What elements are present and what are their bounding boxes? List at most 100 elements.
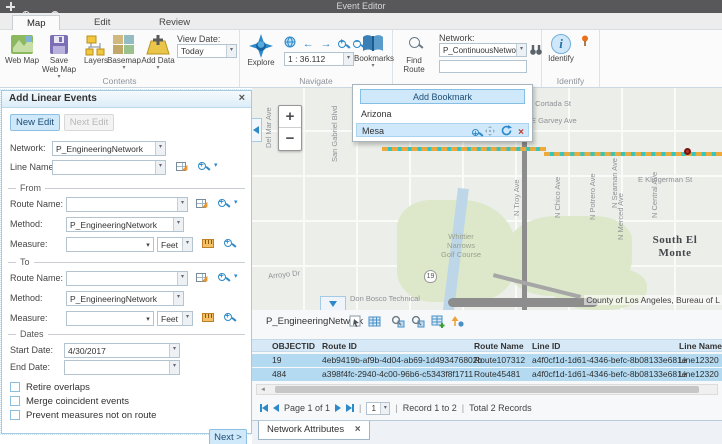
sort-icon[interactable] xyxy=(451,315,465,328)
to-unit-caret-icon[interactable]: ▾ xyxy=(182,312,192,325)
forward-arrow-icon[interactable]: → xyxy=(321,38,332,50)
binoculars-icon[interactable] xyxy=(530,44,542,58)
end-date-combo[interactable]: ▾ xyxy=(64,360,180,375)
panel-close-icon[interactable]: × xyxy=(239,92,245,104)
bookmark-refresh-icon[interactable] xyxy=(501,125,512,140)
from-measure-tool-icon[interactable] xyxy=(202,239,216,252)
next-button[interactable]: Next > xyxy=(209,429,247,444)
line-zoom-icon[interactable] xyxy=(198,162,206,170)
scroll-left-icon[interactable]: ◄ xyxy=(260,387,266,393)
scale-caret-icon[interactable]: ▾ xyxy=(343,53,353,65)
pan-to-selected-icon[interactable] xyxy=(411,315,425,328)
collapse-panel-button[interactable] xyxy=(252,118,262,142)
previous-page-button[interactable] xyxy=(273,404,279,412)
map-zoom-in-icon[interactable] xyxy=(338,40,346,48)
from-measure-zoom-icon[interactable] xyxy=(224,239,232,247)
route-highlight-segment[interactable] xyxy=(544,152,722,156)
scale-combo[interactable]: 1 : 36.112 ▾ xyxy=(284,52,354,66)
map-zoom-out-button[interactable]: − xyxy=(279,128,301,150)
zoom-to-selected-icon[interactable] xyxy=(391,315,405,328)
to-measure-zoom-icon[interactable] xyxy=(224,313,232,321)
to-route-select-on-map-icon[interactable] xyxy=(196,273,210,286)
identify-button[interactable]: i Identify xyxy=(544,34,578,64)
from-route-caret-icon[interactable]: ▾ xyxy=(177,198,187,211)
bookmark-item-arizona[interactable]: Arizona xyxy=(356,107,529,121)
to-route-zoom-icon[interactable] xyxy=(218,273,226,281)
table-row[interactable]: 19 4eb9419b-af9b-4d04-ab69-1d493476802b … xyxy=(252,354,722,367)
bookmark-item-mesa[interactable]: Mesa × xyxy=(356,123,529,137)
route-point-marker[interactable] xyxy=(684,148,691,155)
view-date-combo[interactable]: Today ▾ xyxy=(177,44,237,58)
route-highlight-segment[interactable] xyxy=(382,147,546,151)
from-route-zoom-icon[interactable] xyxy=(218,199,226,207)
from-measure-input[interactable]: ▾ xyxy=(66,237,154,252)
to-unit-combo[interactable]: Feet ▾ xyxy=(157,311,193,326)
save-web-map-button[interactable]: Save Web Map ▾ xyxy=(41,34,77,79)
last-page-button[interactable] xyxy=(346,404,354,412)
new-edit-button[interactable]: New Edit xyxy=(10,114,60,131)
table-row[interactable]: 484 a398f4fc-2940-4c00-96b6-c5343f8f1711… xyxy=(252,368,722,381)
network-caret-icon[interactable]: ▾ xyxy=(516,44,526,56)
to-route-zoom-caret-icon[interactable]: ▾ xyxy=(234,272,238,280)
panel-network-caret-icon[interactable]: ▾ xyxy=(155,142,165,155)
line-select-on-map-icon[interactable] xyxy=(176,162,190,175)
to-measure-tool-icon[interactable] xyxy=(202,313,216,326)
merge-coincident-checkbox[interactable] xyxy=(10,396,20,406)
tab-review[interactable]: Review xyxy=(145,15,204,30)
to-route-name-combo[interactable]: ▾ xyxy=(66,271,188,286)
tab-map[interactable]: Map xyxy=(12,15,60,30)
view-date-caret-icon[interactable]: ▾ xyxy=(226,45,236,57)
to-method-caret-icon[interactable]: ▾ xyxy=(173,292,183,305)
add-data-button[interactable]: Add Data ▾ xyxy=(140,34,176,70)
next-page-button[interactable] xyxy=(335,404,341,412)
from-method-combo[interactable]: P_EngineeringNetwork ▾ xyxy=(66,217,184,232)
page-select-combo[interactable]: 1 ▾ xyxy=(366,402,390,415)
next-edit-button[interactable]: Next Edit xyxy=(64,114,114,131)
from-route-select-on-map-icon[interactable] xyxy=(196,199,210,212)
page-select-caret-icon[interactable]: ▾ xyxy=(380,403,389,414)
tab-close-icon[interactable]: × xyxy=(355,424,361,435)
map-zoom-in-button[interactable]: + xyxy=(279,106,301,128)
to-measure-input[interactable]: ▾ xyxy=(66,311,154,326)
network-combo[interactable]: P_ContinuousNetwork ▾ xyxy=(439,43,527,57)
from-route-name-combo[interactable]: ▾ xyxy=(66,197,188,212)
from-route-zoom-caret-icon[interactable]: ▾ xyxy=(234,198,238,206)
line-name-caret-icon[interactable]: ▾ xyxy=(155,161,165,174)
pushpin-icon[interactable] xyxy=(580,35,590,50)
add-selected-to-table-icon[interactable] xyxy=(431,315,445,328)
table-view-icon[interactable] xyxy=(368,315,382,328)
column-route-id[interactable]: Route ID xyxy=(322,340,357,353)
tab-edit[interactable]: Edit xyxy=(80,15,124,30)
scrollbar-thumb[interactable] xyxy=(275,386,699,393)
column-route-name[interactable]: Route Name xyxy=(474,340,524,353)
column-line-name[interactable]: Line Name xyxy=(679,340,722,353)
horizontal-scrollbar[interactable]: ◄ xyxy=(256,384,718,395)
column-objectid[interactable]: OBJECTID xyxy=(272,340,315,353)
start-date-combo[interactable]: 4/30/2017 ▾ xyxy=(64,343,180,358)
bookmarks-button[interactable]: Bookmarks ▾ xyxy=(354,34,392,68)
to-route-caret-icon[interactable]: ▾ xyxy=(177,272,187,285)
network-attributes-tab[interactable]: Network Attributes × xyxy=(258,421,370,440)
to-method-combo[interactable]: P_EngineeringNetwork ▾ xyxy=(66,291,184,306)
from-unit-combo[interactable]: Feet ▾ xyxy=(157,237,193,252)
prevent-measures-checkbox[interactable] xyxy=(10,410,20,420)
start-date-caret-icon[interactable]: ▾ xyxy=(169,344,179,357)
panel-network-combo[interactable]: P_EngineeringNetwork ▾ xyxy=(52,141,166,156)
find-route-button[interactable]: Find Route xyxy=(395,34,433,75)
first-page-button[interactable] xyxy=(260,404,268,412)
bookmark-delete-icon[interactable]: × xyxy=(518,128,524,138)
end-date-caret-icon[interactable]: ▾ xyxy=(169,361,179,374)
bookmark-zoom-icon[interactable] xyxy=(472,129,479,136)
select-records-icon[interactable] xyxy=(349,315,363,328)
line-name-combo[interactable]: ▾ xyxy=(52,160,166,175)
back-arrow-icon[interactable]: ← xyxy=(303,38,314,50)
basemap-button[interactable]: Basemap ▾ xyxy=(106,34,142,70)
collapse-table-button[interactable] xyxy=(320,296,346,310)
route-search-input[interactable] xyxy=(439,60,527,73)
globe-icon[interactable] xyxy=(284,36,296,51)
line-zoom-caret-icon[interactable]: ▾ xyxy=(214,161,218,169)
retire-overlaps-checkbox[interactable] xyxy=(10,382,20,392)
web-map-button[interactable]: Web Map xyxy=(4,34,40,66)
add-bookmark-button[interactable]: Add Bookmark xyxy=(360,89,525,104)
from-unit-caret-icon[interactable]: ▾ xyxy=(182,238,192,251)
